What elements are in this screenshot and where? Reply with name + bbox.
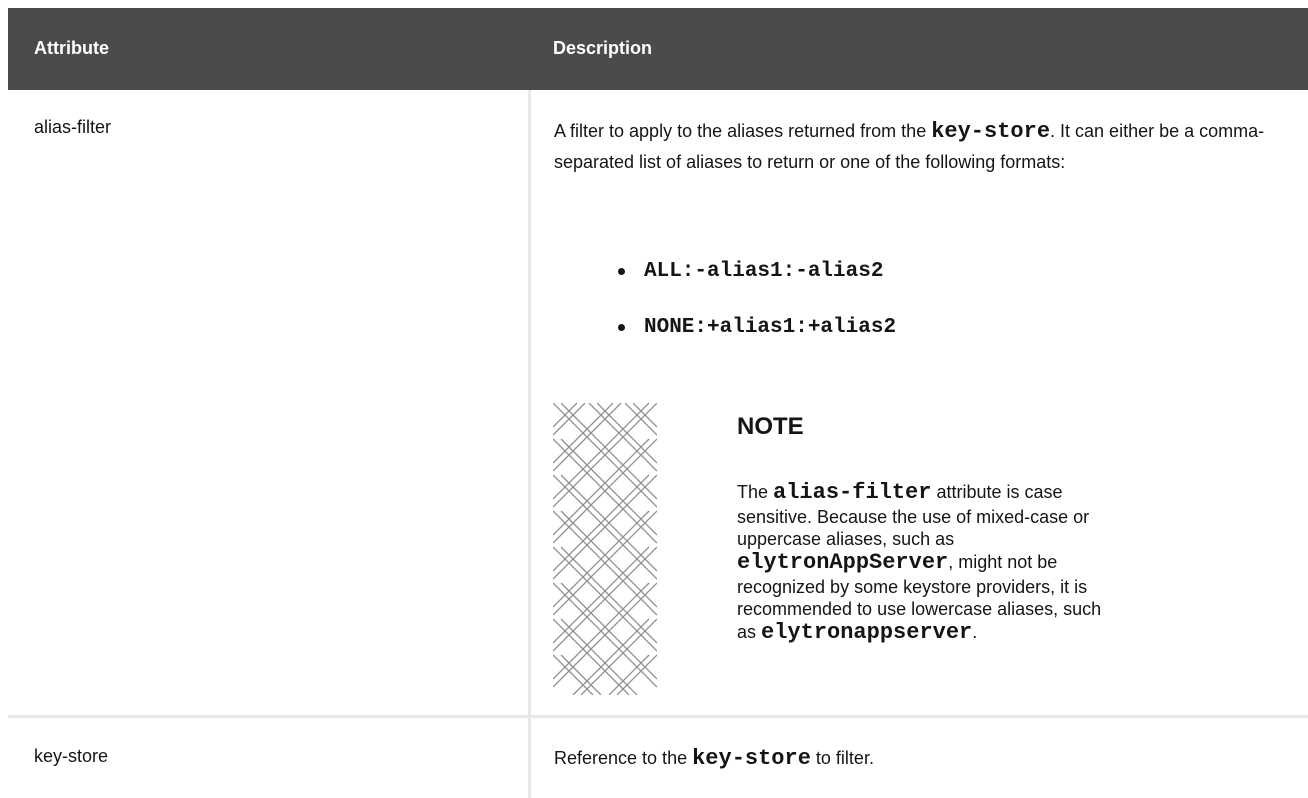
alias-format-code: ALL:-alias1:-alias2 bbox=[644, 260, 884, 283]
description-text-part: A filter to apply to the aliases returne… bbox=[554, 121, 932, 141]
alias-format-code: NONE:+alias1:+alias2 bbox=[644, 316, 897, 339]
key-store-code: key-store bbox=[692, 746, 811, 771]
bullet-icon bbox=[618, 324, 625, 331]
note-title: NOTE bbox=[737, 413, 804, 440]
note-text-part: . bbox=[972, 622, 978, 642]
column-divider bbox=[528, 90, 531, 715]
bullet-icon bbox=[618, 268, 625, 275]
table-header: Attribute Description bbox=[8, 8, 1308, 90]
note-text-part: The bbox=[737, 482, 774, 502]
key-store-code: key-store bbox=[931, 119, 1051, 144]
description-text-part: to filter. bbox=[810, 748, 874, 768]
alias-filter-code: alias-filter bbox=[773, 480, 932, 505]
row-divider bbox=[8, 715, 1308, 718]
attribute-table-page: Attribute Description alias-filter A fil… bbox=[0, 0, 1308, 798]
note-body: The alias-filter attribute is case sensi… bbox=[737, 480, 1119, 646]
description-alias-filter: A filter to apply to the aliases returne… bbox=[554, 116, 1294, 177]
attribute-column-header: Attribute bbox=[34, 38, 109, 58]
alias-format-item: NONE:+alias1:+alias2 bbox=[618, 311, 896, 367]
description-key-store: Reference to the key-store to filter. bbox=[554, 743, 1294, 774]
column-divider-second-row bbox=[528, 718, 531, 798]
elytron-app-server-lowercase-code: elytronappserver bbox=[761, 620, 973, 645]
attribute-cell-alias-filter: alias-filter bbox=[34, 117, 112, 137]
description-column-header: Description bbox=[553, 38, 653, 58]
description-text-part: Reference to the bbox=[554, 748, 693, 768]
attribute-cell-key-store: key-store bbox=[34, 746, 109, 766]
alias-format-item: ALL:-alias1:-alias2 bbox=[618, 255, 896, 311]
elytron-app-server-code: elytronAppServer bbox=[737, 550, 949, 575]
note-pattern-icon bbox=[553, 403, 657, 695]
alias-format-list: ALL:-alias1:-alias2 NONE:+alias1:+alias2 bbox=[618, 255, 896, 367]
